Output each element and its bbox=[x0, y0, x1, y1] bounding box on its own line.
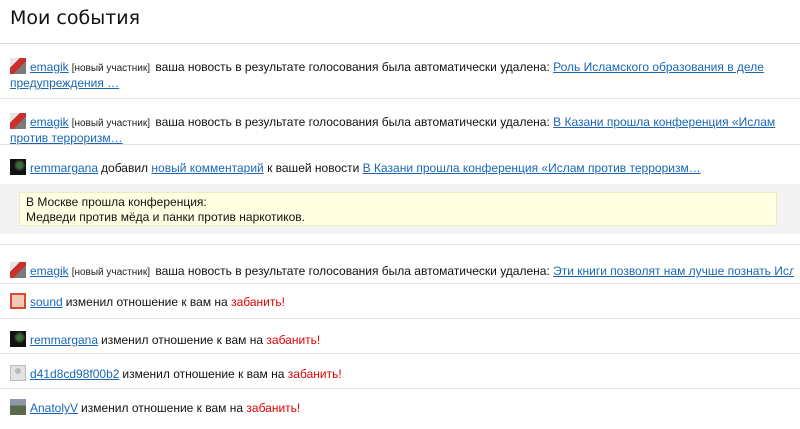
emagik-avatar[interactable] bbox=[10, 58, 26, 74]
event-text: изменил отношение к вам на bbox=[122, 367, 285, 381]
user-link[interactable]: remmargana bbox=[30, 161, 98, 175]
user-link[interactable]: emagik bbox=[30, 264, 69, 278]
user-link[interactable]: sound bbox=[30, 295, 63, 309]
event-line: remmargana добавил новый комментарий к ва… bbox=[10, 159, 794, 175]
remmargana-avatar[interactable] bbox=[10, 331, 26, 347]
user-link[interactable]: emagik bbox=[30, 115, 69, 129]
user-link[interactable]: AnatolyV bbox=[30, 401, 78, 415]
event-line: remmargana изменил отношение к вам на заб… bbox=[10, 331, 794, 347]
event-item: sound изменил отношение к вам на забанить… bbox=[0, 284, 800, 319]
comment-quote: В Москве прошла конференция: Медведи про… bbox=[19, 192, 777, 226]
sound-avatar[interactable] bbox=[10, 293, 26, 309]
news-link[interactable]: Эти книги позволят нам лучше познать Исл… bbox=[553, 264, 794, 278]
new-member-tag: [новый участник] bbox=[71, 267, 151, 278]
anatolyv-avatar[interactable] bbox=[10, 399, 26, 415]
new-member-tag: [новый участник] bbox=[71, 63, 151, 74]
event-line: AnatolyV изменил отношение к вам на забан… bbox=[10, 399, 794, 415]
event-text: изменил отношение к вам на bbox=[65, 295, 228, 309]
event-text: к вашей новости bbox=[267, 161, 360, 175]
page-header: Мои события bbox=[0, 0, 800, 44]
user-link[interactable]: emagik bbox=[30, 60, 69, 74]
comment-link[interactable]: новый комментарий bbox=[151, 161, 263, 175]
ban-status: забанить! bbox=[266, 333, 321, 347]
emagik-avatar[interactable] bbox=[10, 262, 26, 278]
news-link[interactable]: В Казани прошла конференция «Ислам проти… bbox=[363, 161, 701, 175]
event-text: ваша новость в результате голосования бы… bbox=[155, 115, 550, 129]
event-text: ваша новость в результате голосования бы… bbox=[155, 264, 550, 278]
event-text: изменил отношение к вам на bbox=[81, 401, 244, 415]
comment-line: В Москве прошла конференция: bbox=[26, 195, 207, 209]
d41-avatar[interactable] bbox=[10, 365, 26, 381]
event-item: remmargana изменил отношение к вам на заб… bbox=[0, 319, 800, 354]
event-line: sound изменил отношение к вам на забанить… bbox=[10, 293, 794, 309]
new-member-tag: [новый участник] bbox=[71, 118, 151, 129]
event-item-with-comment: remmargana добавил новый комментарий к ва… bbox=[0, 145, 800, 245]
event-line: d41d8cd98f00b2 изменил отношение к вам на… bbox=[10, 365, 794, 381]
event-item: d41d8cd98f00b2 изменил отношение к вам на… bbox=[0, 354, 800, 389]
event-item: emagik [новый участник] ваша новость в ре… bbox=[0, 99, 800, 145]
ban-status: забанить! bbox=[231, 295, 285, 309]
user-link[interactable]: remmargana bbox=[30, 333, 98, 347]
event-text: ваша новость в результате голосования бы… bbox=[155, 60, 550, 74]
comment-line: Медведи против мёда и панки против нарко… bbox=[26, 210, 306, 224]
remmargana-avatar[interactable] bbox=[10, 159, 26, 175]
event-line: emagik [новый участник] ваша новость в ре… bbox=[10, 262, 794, 280]
event-line: emagik [новый участник] ваша новость в ре… bbox=[10, 58, 794, 90]
event-item: AnatolyV изменил отношение к вам на забан… bbox=[0, 389, 800, 429]
event-text: добавил bbox=[101, 161, 149, 175]
comment-area: В Москве прошла конференция: Медведи про… bbox=[0, 184, 800, 234]
emagik-avatar[interactable] bbox=[10, 113, 26, 129]
event-item: emagik [новый участник] ваша новость в ре… bbox=[0, 249, 800, 284]
event-item: emagik [новый участник] ваша новость в ре… bbox=[0, 44, 800, 99]
event-line: emagik [новый участник] ваша новость в ре… bbox=[10, 113, 794, 145]
ban-status: забанить! bbox=[287, 367, 342, 381]
event-text: изменил отношение к вам на bbox=[101, 333, 264, 347]
page-title: Мои события bbox=[10, 7, 141, 29]
user-link[interactable]: d41d8cd98f00b2 bbox=[30, 367, 119, 381]
ban-status: забанить! bbox=[246, 401, 301, 415]
